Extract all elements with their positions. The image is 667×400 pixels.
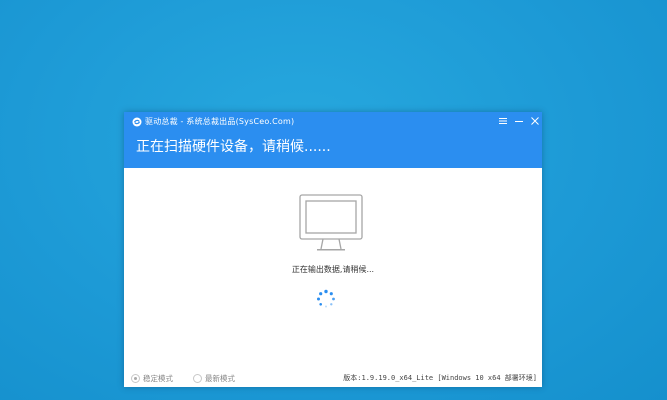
driver-scan-window: 驱动总裁 - 系统总裁出品(SysCeo.Com) 正在扫描硬件设备，请稍候..…: [124, 112, 542, 387]
menu-button[interactable]: [496, 114, 510, 128]
menu-icon: [499, 118, 507, 124]
stable-mode-label: 稳定模式: [143, 374, 173, 383]
close-icon: [531, 117, 539, 125]
driver-logo-icon: [132, 117, 142, 127]
footer-bar: 稳定模式 最新模式 版本:1.9.19.0_x64_Lite [Windows …: [124, 369, 542, 387]
status-text: 正在输出数据,请稍候...: [291, 265, 375, 274]
minimize-icon: [515, 121, 523, 122]
monitor-icon: [299, 194, 363, 251]
close-button[interactable]: [528, 114, 542, 128]
title-bar[interactable]: 驱动总裁 - 系统总裁出品(SysCeo.Com) 正在扫描硬件设备，请稍候..…: [124, 112, 542, 168]
latest-mode-radio[interactable]: 最新模式: [193, 373, 235, 384]
scan-heading: 正在扫描硬件设备，请稍候......: [136, 139, 331, 155]
loading-spinner-icon: [317, 289, 335, 308]
content-area: 正在输出数据,请稍候...: [124, 168, 542, 387]
stable-mode-radio[interactable]: 稳定模式: [131, 373, 173, 384]
radio-unchecked-icon: [193, 374, 202, 383]
minimize-button[interactable]: [512, 114, 526, 128]
latest-mode-label: 最新模式: [205, 374, 235, 383]
app-title: 驱动总裁 - 系统总裁出品(SysCeo.Com): [145, 117, 295, 126]
version-info: 版本:1.9.19.0_x64_Lite [Windows 10 x64 部署环…: [343, 374, 537, 382]
radio-checked-icon: [131, 374, 140, 383]
